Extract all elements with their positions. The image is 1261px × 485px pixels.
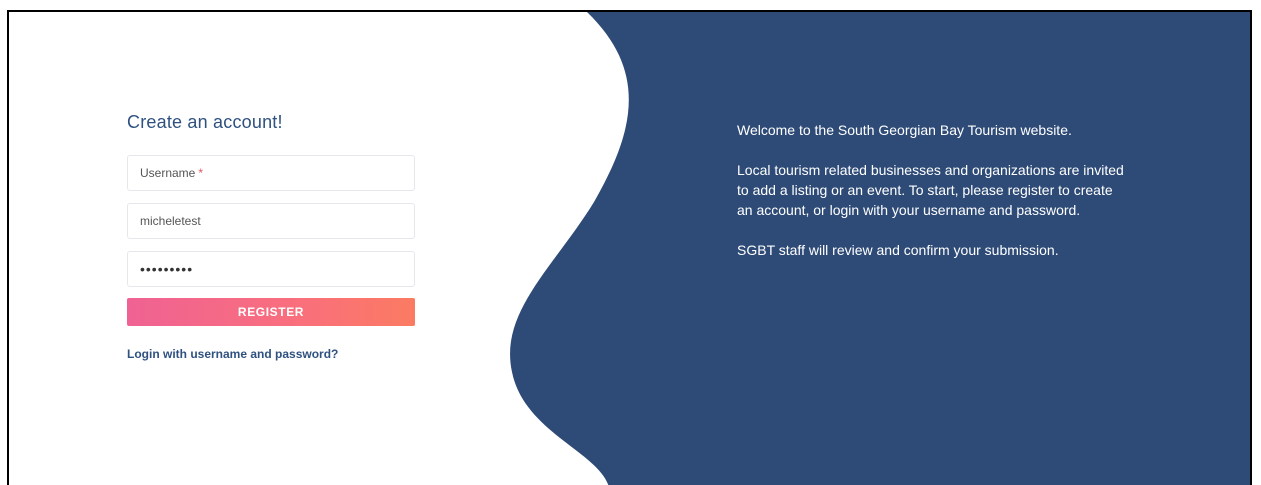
username-field[interactable]: Username * (127, 155, 415, 191)
form-title: Create an account! (127, 112, 283, 132)
welcome-paragraph: Welcome to the South Georgian Bay Touris… (737, 122, 1072, 138)
invite-paragraph: Local tourism related businesses and org… (737, 162, 1124, 218)
register-button[interactable]: REGISTER (127, 298, 415, 326)
password-value: ••••••••• (140, 261, 194, 277)
second-input-field[interactable]: micheletest (127, 203, 415, 239)
username-placeholder: Username (140, 166, 196, 180)
login-link[interactable]: Login with username and password? (127, 347, 417, 361)
second-input-value: micheletest (140, 214, 201, 228)
password-field[interactable]: ••••••••• (127, 251, 415, 287)
page-frame: Create an account! Username * micheletest… (7, 10, 1252, 485)
required-asterisk: * (198, 166, 204, 180)
welcome-info: Welcome to the South Georgian Bay Touris… (737, 120, 1127, 280)
review-paragraph: SGBT staff will review and confirm your … (737, 242, 1059, 258)
register-form: Create an account! Username * micheletest… (127, 112, 417, 361)
